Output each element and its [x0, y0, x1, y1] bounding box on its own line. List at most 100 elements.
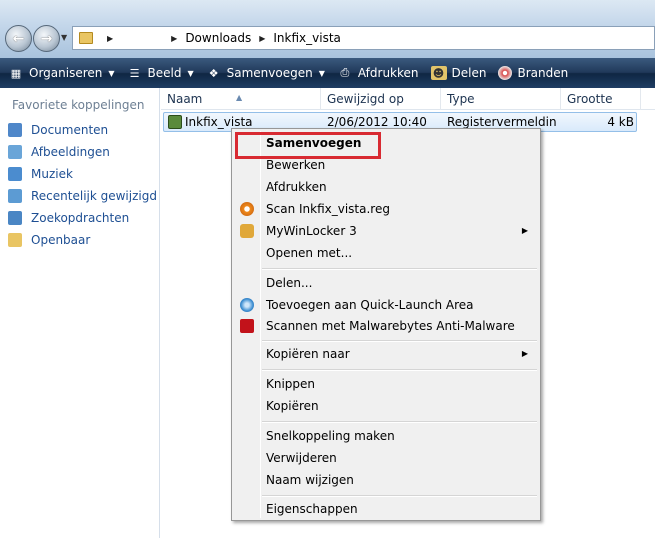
menu-item-share[interactable]: Delen... — [234, 273, 538, 293]
column-header-modified[interactable]: Gewijzigd op — [321, 88, 441, 110]
menu-item-label: Knippen — [266, 377, 316, 391]
menu-item-label: Kopiëren naar — [266, 347, 350, 361]
malwarebytes-icon — [240, 319, 254, 333]
printer-icon: ⎙ — [340, 66, 350, 79]
print-label: Afdrukken — [357, 66, 419, 80]
arrow-right-icon: → — [40, 30, 53, 47]
menu-item-label: Scan Inkfix_vista.reg — [266, 202, 390, 216]
menu-item-mywinlocker[interactable]: MyWinLocker 3 ▶ — [234, 221, 538, 241]
menu-separator — [262, 268, 537, 270]
menu-item-label: Bewerken — [266, 158, 326, 172]
column-header-size[interactable]: Grootte — [561, 88, 641, 110]
sidebar-item-label: Recentelijk gewijzigd — [31, 189, 157, 203]
menu-separator — [262, 369, 537, 371]
sidebar-item-label: Muziek — [31, 167, 73, 181]
forward-button[interactable]: → — [33, 25, 60, 52]
chevron-down-icon: ▼ — [108, 68, 115, 78]
organize-label: Organiseren — [29, 66, 103, 80]
organize-button[interactable]: ▦ Organiseren ▼ — [8, 62, 115, 84]
menu-item-copy[interactable]: Kopiëren — [234, 396, 538, 416]
merge-icon: ❖ — [208, 66, 219, 80]
folder-icon — [79, 32, 93, 44]
lock-icon — [240, 224, 254, 238]
menu-item-properties[interactable]: Eigenschappen — [234, 499, 538, 519]
views-button[interactable]: ☰ Beeld ▼ — [127, 62, 194, 84]
menu-item-scan-file[interactable]: Scan Inkfix_vista.reg — [234, 199, 538, 219]
menu-item-delete[interactable]: Verwijderen — [234, 448, 538, 468]
back-button[interactable]: ← — [5, 25, 32, 52]
sidebar-item-afbeeldingen[interactable]: Afbeeldingen — [8, 143, 110, 161]
menu-item-label: Openen met... — [266, 246, 353, 260]
share-icon: ☻ — [430, 66, 447, 80]
breadcrumb-separator-icon[interactable]: ▶ — [259, 34, 265, 43]
sidebar-item-muziek[interactable]: Muziek — [8, 165, 73, 183]
menu-item-edit[interactable]: Bewerken — [234, 155, 538, 175]
column-header-name[interactable]: Naam ▲ — [161, 88, 321, 110]
sidebar-item-label: Documenten — [31, 123, 109, 137]
menu-item-label: Afdrukken — [266, 180, 327, 194]
column-header-label: Type — [447, 92, 475, 106]
organize-icon: ▦ — [10, 66, 22, 80]
menu-item-label: Eigenschappen — [266, 502, 358, 516]
menu-item-cut[interactable]: Knippen — [234, 374, 538, 394]
favorites-heading: Favoriete koppelingen — [12, 98, 145, 112]
breadcrumb-separator-icon[interactable]: ▶ — [171, 34, 177, 43]
submenu-arrow-icon: ▶ — [521, 349, 528, 358]
views-icon: ☰ — [129, 66, 140, 80]
column-header-label: Grootte — [567, 92, 613, 106]
file-size-cell: 4 kB — [607, 115, 634, 129]
recent-pages-dropdown-icon[interactable]: ▼ — [61, 33, 67, 42]
menu-item-rename[interactable]: Naam wijzigen — [234, 470, 538, 490]
sidebar-item-documenten[interactable]: Documenten — [8, 121, 108, 139]
merge-label: Samenvoegen — [226, 66, 313, 80]
column-headers: Naam ▲ Gewijzigd op Type Grootte — [161, 88, 655, 110]
chevron-down-icon: ▼ — [187, 68, 194, 78]
menu-item-label: MyWinLocker 3 — [266, 224, 357, 238]
sidebar-item-label: Openbaar — [31, 233, 91, 247]
menu-item-label: Verwijderen — [266, 451, 337, 465]
menu-separator — [262, 495, 537, 497]
menu-item-malwarebytes[interactable]: Scannen met Malwarebytes Anti-Malware — [234, 316, 538, 336]
submenu-arrow-icon: ▶ — [521, 226, 528, 235]
pictures-icon — [8, 145, 22, 159]
menu-item-quick-launch[interactable]: Toevoegen aan Quick-Launch Area — [234, 295, 538, 315]
sidebar-item-openbaar[interactable]: Openbaar — [8, 231, 90, 249]
column-header-type[interactable]: Type — [441, 88, 561, 110]
antivirus-scan-icon — [240, 202, 254, 216]
menu-item-label: Scannen met Malwarebytes Anti-Malware — [266, 319, 515, 333]
public-folder-icon — [8, 233, 22, 247]
address-bar: ← → ▼ ▶ ▶ Downloads ▶ Inkfix_vista — [0, 0, 655, 58]
share-button[interactable]: ☻ Delen — [430, 62, 486, 84]
print-button[interactable]: ⎙ Afdrukken — [337, 62, 419, 84]
column-header-label: Naam — [167, 92, 203, 106]
chevron-down-icon: ▼ — [318, 68, 325, 78]
burn-label: Branden — [517, 66, 569, 80]
sidebar-item-recent[interactable]: Recentelijk gewijzigd — [8, 187, 157, 205]
breadcrumb-item-downloads[interactable]: Downloads — [185, 31, 251, 45]
breadcrumb-separator-icon[interactable]: ▶ — [107, 34, 113, 43]
column-header-label: Gewijzigd op — [327, 92, 404, 106]
sidebar-item-label: Afbeeldingen — [31, 145, 110, 159]
registry-file-icon — [168, 115, 182, 129]
sidebar-item-label: Zoekopdrachten — [31, 211, 130, 225]
burn-button[interactable]: Branden — [498, 62, 568, 84]
menu-item-copy-to[interactable]: Kopiëren naar ▶ — [234, 344, 538, 364]
quick-launch-icon — [240, 298, 254, 312]
menu-separator — [262, 421, 537, 423]
address-field[interactable]: ▶ ▶ Downloads ▶ Inkfix_vista — [72, 26, 655, 50]
arrow-left-icon: ← — [12, 30, 25, 47]
menu-item-open-with[interactable]: Openen met... — [234, 243, 538, 263]
burn-disc-icon — [498, 66, 513, 80]
breadcrumb-item-redacted[interactable] — [121, 30, 164, 46]
menu-item-print[interactable]: Afdrukken — [234, 177, 538, 197]
music-icon — [8, 167, 22, 181]
search-icon — [8, 211, 22, 225]
breadcrumb-item-current[interactable]: Inkfix_vista — [273, 31, 341, 45]
menu-item-label: Kopiëren — [266, 399, 319, 413]
documents-icon — [8, 123, 22, 137]
navigation-pane: Favoriete koppelingen Documenten Afbeeld… — [0, 88, 160, 538]
menu-item-create-shortcut[interactable]: Snelkoppeling maken — [234, 426, 538, 446]
sidebar-item-zoekopdrachten[interactable]: Zoekopdrachten — [8, 209, 129, 227]
merge-button[interactable]: ❖ Samenvoegen ▼ — [206, 62, 325, 84]
command-bar: ▦ Organiseren ▼ ☰ Beeld ▼ ❖ Samenvoegen … — [0, 58, 655, 88]
